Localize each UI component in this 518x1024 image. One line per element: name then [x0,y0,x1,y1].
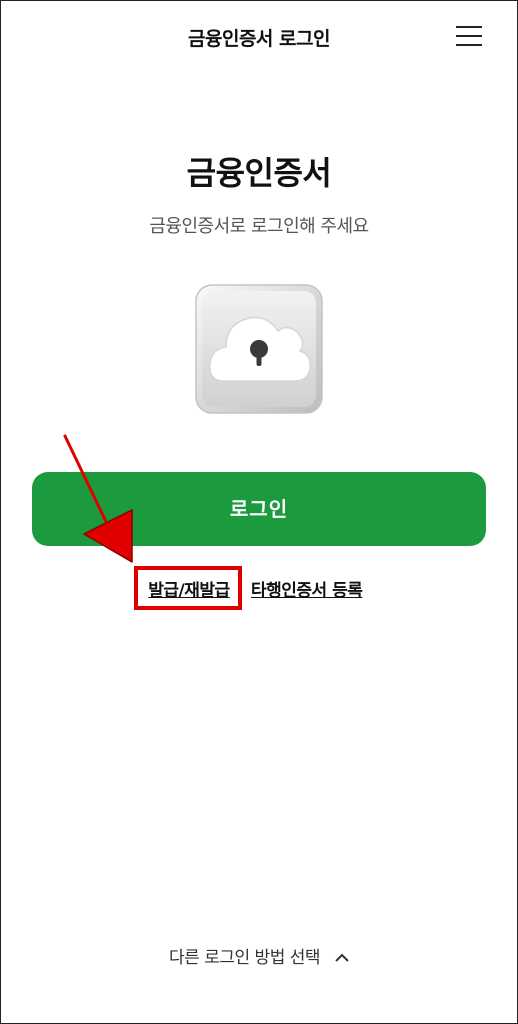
cloud-keyhole-icon [194,283,324,415]
page-title: 금융인증서 [186,154,332,192]
header-title: 금융인증서 로그인 [188,28,330,50]
other-bank-cert-register-link[interactable]: 타행인증서 등록 [251,576,363,606]
other-login-label: 다른 로그인 방법 선택 [169,948,321,968]
issue-reissue-link[interactable]: 발급/재발급 [138,576,240,606]
hamburger-menu-icon[interactable] [456,24,484,48]
chevron-up-icon [335,948,349,968]
page-subtitle: 금융인증서로 로그인해 주세요 [149,216,369,237]
other-login-method-button[interactable]: 다른 로그인 방법 선택 [0,943,518,968]
app-header: 금융인증서 로그인 [0,0,518,74]
menu-line [456,35,482,37]
login-button[interactable]: 로그인 [32,472,486,546]
menu-line [456,26,482,28]
menu-line [456,44,482,46]
cert-links-row: 발급/재발급 타행인증서 등록 [0,572,518,612]
